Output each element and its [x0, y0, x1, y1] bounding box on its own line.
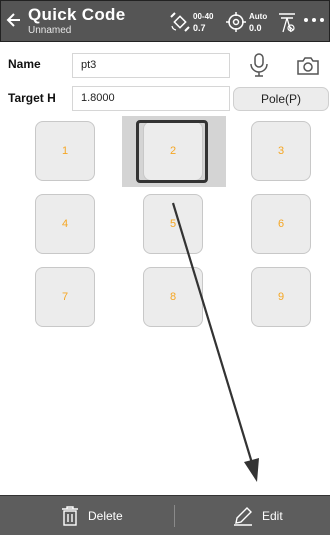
satellite-count: 00-40 — [193, 12, 214, 21]
page-title: Quick Code — [28, 5, 126, 24]
code-button-5[interactable]: 5 — [143, 194, 203, 254]
camera-icon[interactable] — [296, 56, 320, 76]
page-subtitle: Unnamed — [28, 25, 72, 36]
code-button-6[interactable]: 6 — [251, 194, 311, 254]
microphone-icon[interactable] — [248, 52, 270, 78]
code-button-7[interactable]: 7 — [35, 267, 95, 327]
trash-icon[interactable] — [61, 506, 79, 526]
satellite-icon[interactable] — [169, 11, 191, 33]
code-button-9[interactable]: 9 — [251, 267, 311, 327]
name-label: Name — [8, 57, 41, 71]
code-button-8[interactable]: 8 — [143, 267, 203, 327]
code-button-3[interactable]: 3 — [251, 121, 311, 181]
target-icon[interactable] — [225, 11, 247, 33]
back-arrow-icon[interactable] — [6, 10, 22, 30]
delete-button[interactable]: Delete — [88, 509, 123, 523]
edit-button[interactable]: Edit — [262, 509, 283, 523]
code-button-4[interactable]: 4 — [35, 194, 95, 254]
target-h-label: Target H — [8, 91, 56, 105]
satellite-value: 0.7 — [193, 23, 206, 33]
more-icon[interactable] — [301, 13, 327, 27]
solution-value: 0.0 — [249, 23, 262, 33]
pencil-icon[interactable] — [232, 505, 254, 527]
target-h-field[interactable]: 1.8000 — [72, 86, 230, 111]
antenna-icon[interactable] — [277, 11, 297, 35]
code-button-1[interactable]: 1 — [35, 121, 95, 181]
selected-code-frame — [136, 120, 208, 183]
pole-button[interactable]: Pole(P) — [233, 87, 329, 111]
bottom-toolbar: Delete Edit — [0, 495, 330, 535]
app-header: Quick Code Unnamed 00-40 0.7 Auto 0.0 — [0, 0, 330, 42]
name-field[interactable]: pt3 — [72, 53, 230, 78]
toolbar-divider — [174, 505, 175, 527]
solution-mode: Auto — [249, 12, 268, 21]
